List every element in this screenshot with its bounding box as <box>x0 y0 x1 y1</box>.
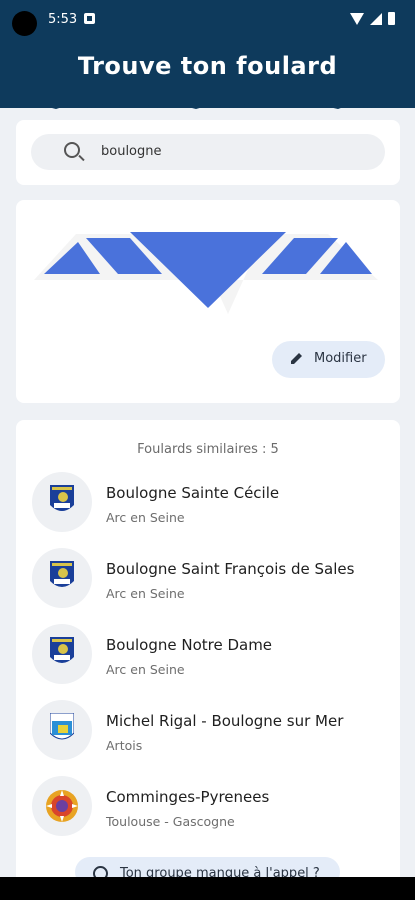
shield-icon <box>50 713 74 740</box>
item-region: Artois <box>106 738 143 753</box>
sun-emblem-icon <box>46 790 78 822</box>
item-region: Arc en Seine <box>106 586 185 601</box>
shield-icon <box>50 561 74 587</box>
search-value: boulogne <box>101 144 162 159</box>
results-card: Foulards similaires : 5 Boulogne Sainte … <box>16 420 400 890</box>
list-item[interactable]: Michel Rigal - Boulogne sur Mer Artois <box>16 700 400 760</box>
shield-icon <box>50 637 74 663</box>
item-name: Boulogne Sainte Cécile <box>106 484 280 502</box>
status-time: 5:53 <box>48 12 78 27</box>
list-item[interactable]: Comminges-Pyrenees Toulouse - Gascogne <box>16 776 400 836</box>
item-name: Michel Rigal - Boulogne sur Mer <box>106 712 344 730</box>
scarf-illustration <box>34 232 378 314</box>
camera-cutout <box>12 11 37 36</box>
avatar <box>32 548 92 608</box>
battery-icon <box>388 12 395 25</box>
search-card: boulogne <box>16 120 400 185</box>
item-region: Toulouse - Gascogne <box>106 814 235 829</box>
list-item[interactable]: Boulogne Sainte Cécile Arc en Seine <box>16 472 400 532</box>
list-item[interactable]: Boulogne Saint François de Sales Arc en … <box>16 548 400 608</box>
item-name: Boulogne Saint François de Sales <box>106 560 355 578</box>
shield-icon <box>50 485 74 511</box>
modify-label: Modifier <box>314 351 367 366</box>
search-icon <box>64 142 80 158</box>
notification-icon <box>84 13 95 24</box>
torn-edge <box>0 96 415 109</box>
status-bar: 5:53 <box>0 0 415 40</box>
avatar <box>32 776 92 836</box>
results-count: Foulards similaires : 5 <box>137 442 279 457</box>
page-title: Trouve ton foulard <box>77 52 338 80</box>
pencil-icon <box>291 353 302 364</box>
wifi-icon <box>350 12 364 25</box>
scarf-card: Modifier <box>16 200 400 403</box>
item-region: Arc en Seine <box>106 662 185 677</box>
item-region: Arc en Seine <box>106 510 185 525</box>
system-icons <box>350 12 395 25</box>
search-input[interactable]: boulogne <box>31 134 385 170</box>
avatar <box>32 624 92 684</box>
item-name: Comminges-Pyrenees <box>106 788 270 806</box>
list-item[interactable]: Boulogne Notre Dame Arc en Seine <box>16 624 400 684</box>
signal-icon <box>370 12 382 25</box>
avatar <box>32 472 92 532</box>
avatar <box>32 700 92 760</box>
navigation-bar <box>0 877 415 900</box>
item-name: Boulogne Notre Dame <box>106 636 273 654</box>
modify-button[interactable]: Modifier <box>272 341 385 378</box>
